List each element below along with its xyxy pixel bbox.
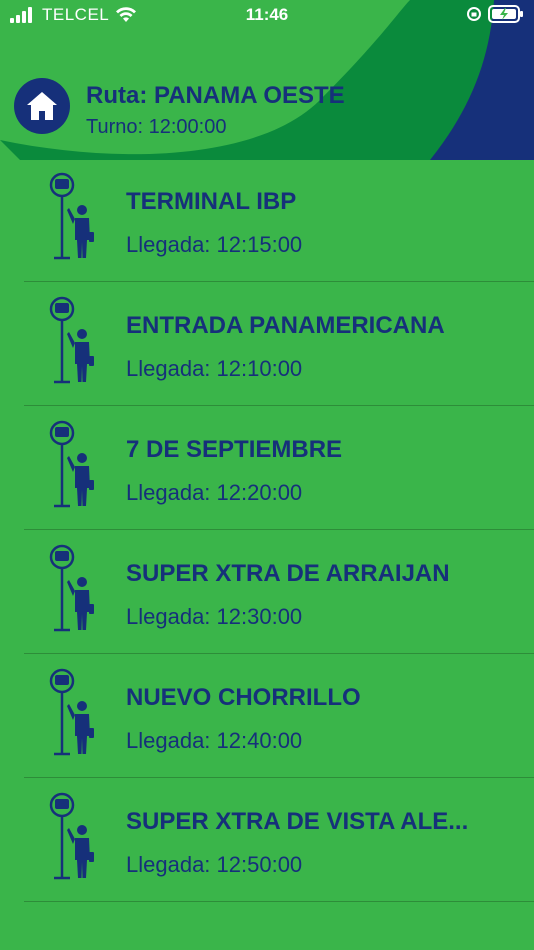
stop-item[interactable]: 7 DE SEPTIEMBRE Llegada: 12:20:00 <box>0 406 534 530</box>
stop-arrival: Llegada: 12:20:00 <box>126 480 303 505</box>
stop-item[interactable]: SUPER XTRA DE VISTA ALE... Llegada: 12:5… <box>0 778 534 902</box>
bus-stop-person-icon <box>49 420 94 508</box>
stop-item[interactable]: TERMINAL IBP Llegada: 12:15:00 <box>0 158 534 282</box>
stop-arrival: Llegada: 12:15:00 <box>126 232 303 257</box>
stop-name: ENTRADA PANAMERICANA <box>126 312 445 339</box>
bus-stop-person-icon <box>49 792 94 880</box>
status-bar: TELCEL 11:46 <box>0 0 534 30</box>
stop-item[interactable]: ENTRADA PANAMERICANA Llegada: 12:10:00 <box>0 282 534 406</box>
stop-name: SUPER XTRA DE ARRAIJAN <box>126 560 450 587</box>
stops-list: TERMINAL IBP Llegada: 12:15:00 ENTRADA P… <box>0 158 534 902</box>
stop-name: 7 DE SEPTIEMBRE <box>126 436 343 463</box>
bus-stop-person-icon <box>49 668 94 756</box>
stop-arrival: Llegada: 12:30:00 <box>126 604 303 629</box>
stop-name: TERMINAL IBP <box>126 188 297 215</box>
stop-name: SUPER XTRA DE VISTA ALE... <box>126 808 469 835</box>
bus-stop-person-icon <box>49 544 94 632</box>
route-title: Ruta: PANAMA OESTE <box>86 82 345 109</box>
battery-charging-icon <box>488 5 523 23</box>
stop-arrival: Llegada: 12:10:00 <box>126 356 303 381</box>
shift-time: Turno: 12:00:00 <box>86 116 227 138</box>
bus-stop-person-icon <box>49 296 94 384</box>
home-icon <box>27 92 57 120</box>
stop-item[interactable]: SUPER XTRA DE ARRAIJAN Llegada: 12:30:00 <box>0 530 534 654</box>
rotation-lock-icon <box>467 7 481 21</box>
home-button[interactable] <box>14 78 70 134</box>
divider <box>24 901 534 902</box>
stop-arrival: Llegada: 12:40:00 <box>126 728 303 753</box>
stop-item[interactable]: NUEVO CHORRILLO Llegada: 12:40:00 <box>0 654 534 778</box>
bus-stop-person-icon <box>49 172 94 260</box>
stop-arrival: Llegada: 12:50:00 <box>126 852 303 877</box>
stop-name: NUEVO CHORRILLO <box>126 684 361 711</box>
status-right <box>466 5 524 23</box>
status-time: 11:46 <box>245 5 289 24</box>
